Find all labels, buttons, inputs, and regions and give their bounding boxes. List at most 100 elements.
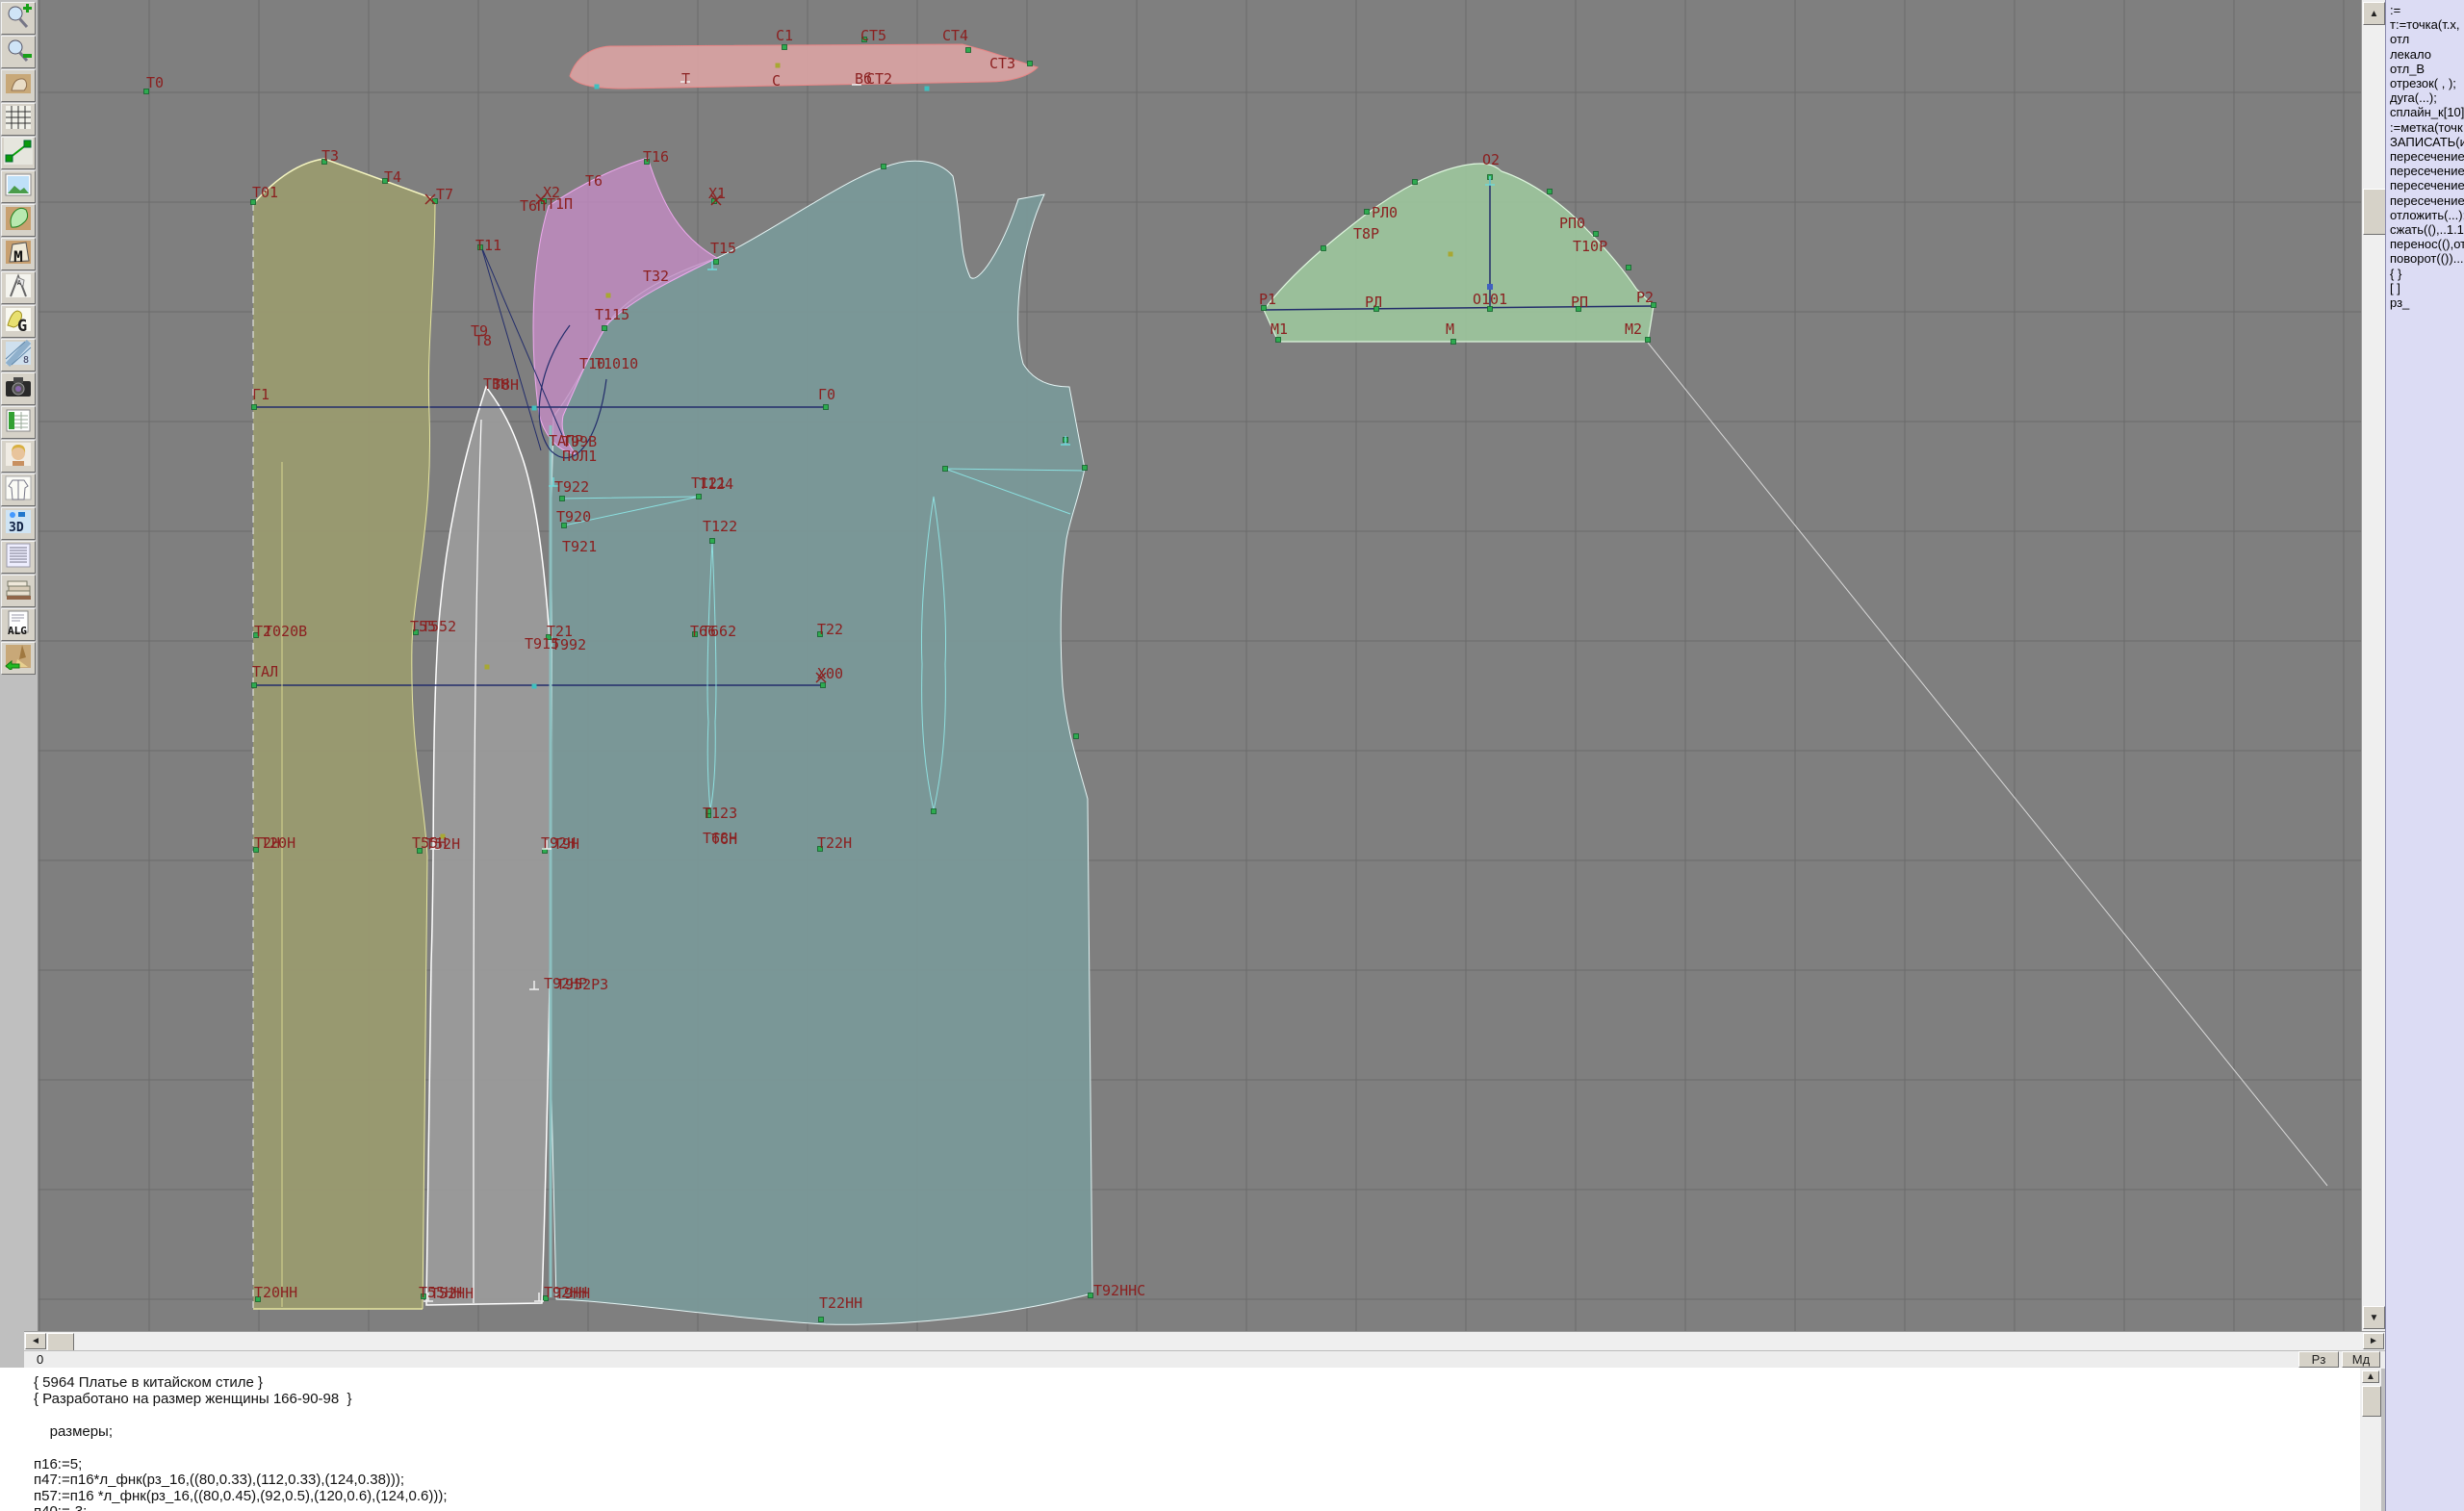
patterns-g-button[interactable]: G [1,305,36,338]
point-label: Т8Р [1353,225,1379,243]
code-panel-scrollbar[interactable]: ▲ [2360,1368,2381,1511]
command-item[interactable]: сплайн_к[10] [2390,105,2464,119]
camera-button[interactable] [1,372,36,405]
command-list-panel[interactable]: := т:=точка(т.х, отл лекало отл_В отрезок( , … [2385,0,2464,1511]
point-marker [1073,733,1079,739]
grid-icon [4,104,33,136]
command-item[interactable]: пересечение [2390,193,2464,208]
pattern-canvas[interactable]: Т0 С1 СТ5 СТ4 СТ3 Т С Вб СТ2 Т3 Т4 Т01 Т7 Х2 Т6П Т1П Т6 Т… [38,0,2361,1331]
scroll-down-button[interactable]: ▼ [2363,1306,2385,1329]
patterns-g-icon: G [4,306,33,338]
point-label: Т0 [146,74,164,91]
pattern-piece-button[interactable] [1,204,36,237]
command-item[interactable]: отл [2390,32,2409,46]
garment-sketch-button[interactable] [1,474,36,506]
notch-marker [531,405,537,411]
portrait-button[interactable] [1,440,36,473]
compass-a-button[interactable]: A [1,271,36,304]
grid-button[interactable] [1,103,36,136]
zoom-out-button[interactable] [1,36,36,68]
scroll-up-button[interactable]: ▲ [2363,2,2385,25]
point-label: СТ3 [989,55,1015,72]
point-marker [1088,1293,1093,1298]
point-label: Г1 [252,386,270,403]
select-hand-button[interactable] [1,69,36,102]
command-item[interactable]: пересечение [2390,178,2464,192]
point-marker [709,538,715,544]
code-line: п40:=-3; [34,1503,87,1511]
command-item[interactable]: :=метка(точк [2390,120,2463,135]
md-mode-button[interactable]: Мд [2342,1351,2380,1368]
zoom-out-icon [4,37,33,68]
point-label: РП [1571,294,1588,311]
command-item[interactable]: отрезок( , ); [2390,76,2456,90]
notch-marker [531,683,537,689]
command-item[interactable]: сжать((),..1.1 [2390,222,2464,237]
point-label: Т3 [321,147,339,165]
scroll-left-button[interactable]: ◄ [25,1333,46,1349]
command-item[interactable]: [ ] [2390,281,2400,295]
command-item[interactable]: перенос((),от [2390,237,2464,251]
zoom-in-button[interactable] [1,2,36,35]
point-label: Т22Н [817,834,852,852]
point-marker [1275,337,1281,343]
image-button[interactable] [1,170,36,203]
point-label: Т22 [817,621,843,638]
point-label: Т7 [436,186,453,203]
segment-button[interactable] [1,137,36,169]
command-item[interactable]: дуга(...); [2390,90,2437,105]
scroll-right-button[interactable]: ► [2363,1333,2384,1349]
clear-broom-button[interactable] [1,642,36,675]
rz-mode-button[interactable]: Рз [2298,1351,2339,1368]
point-marker [1321,245,1326,251]
point-marker [713,259,719,265]
horizontal-scroll-thumb[interactable] [47,1333,74,1351]
app-window: M A G 8 3D ALG Т0 С1 СТ5 СТ4 СТ3 Т С Вб СТ2 Т3 Т4 Т01 Т7 Х… [0,0,2464,1511]
command-item[interactable]: отложить(...); [2390,208,2464,222]
model-m-button[interactable]: M [1,238,36,270]
command-item[interactable]: := [2390,3,2400,17]
point-label: Т6П [520,197,546,215]
portrait-icon [4,441,33,473]
command-item[interactable]: т:=точка(т.х, [2390,17,2459,32]
point-marker [823,404,829,410]
command-item[interactable]: пересечение [2390,149,2464,164]
point-label: Т922 [554,478,589,496]
3d-button[interactable]: 3D [1,507,36,540]
program-text-panel[interactable]: { 5964 Платье в китайском стиле }{ Разра… [0,1368,2360,1511]
command-item[interactable]: отл_В [2390,62,2425,76]
pattern-drawing[interactable]: Т0С1 СТ5 СТ4СТ3Т С ВбСТ2Т3Т4Т01 Т7 Х2Т6П Т1ПТ6Т… [38,0,2361,1331]
status-value: 0 [37,1352,44,1367]
text-list-button[interactable] [1,541,36,574]
point-marker [942,466,948,472]
point-marker [818,1317,824,1322]
camera-icon [4,373,33,405]
code-scroll-up-button[interactable]: ▲ [2362,1370,2379,1383]
alg-button[interactable]: ALG [1,608,36,641]
table-button[interactable] [1,406,36,439]
point-label: Т992 [552,636,586,653]
command-item[interactable]: пересечение [2390,164,2464,178]
point-label: ПОЛ1 [562,448,597,465]
table-icon [4,407,33,439]
canvas-horizontal-scrollbar[interactable]: ◄ ► [24,1331,2385,1351]
code-line: п16:=5; [34,1456,83,1473]
point-label: Т52Н [425,835,460,853]
command-item[interactable]: поворот(())... [2390,251,2464,266]
command-item[interactable]: { } [2390,267,2401,281]
point-label: Т122 [703,518,737,535]
point-label: Т123 [703,805,737,822]
vertical-scroll-thumb[interactable] [2363,189,2387,235]
command-item[interactable]: рз_ [2390,295,2409,310]
point-marker [965,47,971,53]
command-item[interactable]: лекало [2390,47,2431,62]
point-label: Т552 [422,618,456,635]
select-hand-icon [4,70,33,102]
point-marker [1626,265,1631,270]
command-item[interactable]: ЗАПИСАТЬ(и [2390,135,2464,149]
books-button[interactable] [1,575,36,607]
zoom-in-icon [4,3,33,35]
ruler-button[interactable]: 8 [1,339,36,371]
code-scroll-thumb[interactable] [2362,1386,2381,1417]
canvas-vertical-scrollbar[interactable]: ▲ ▼ [2361,0,2387,1331]
